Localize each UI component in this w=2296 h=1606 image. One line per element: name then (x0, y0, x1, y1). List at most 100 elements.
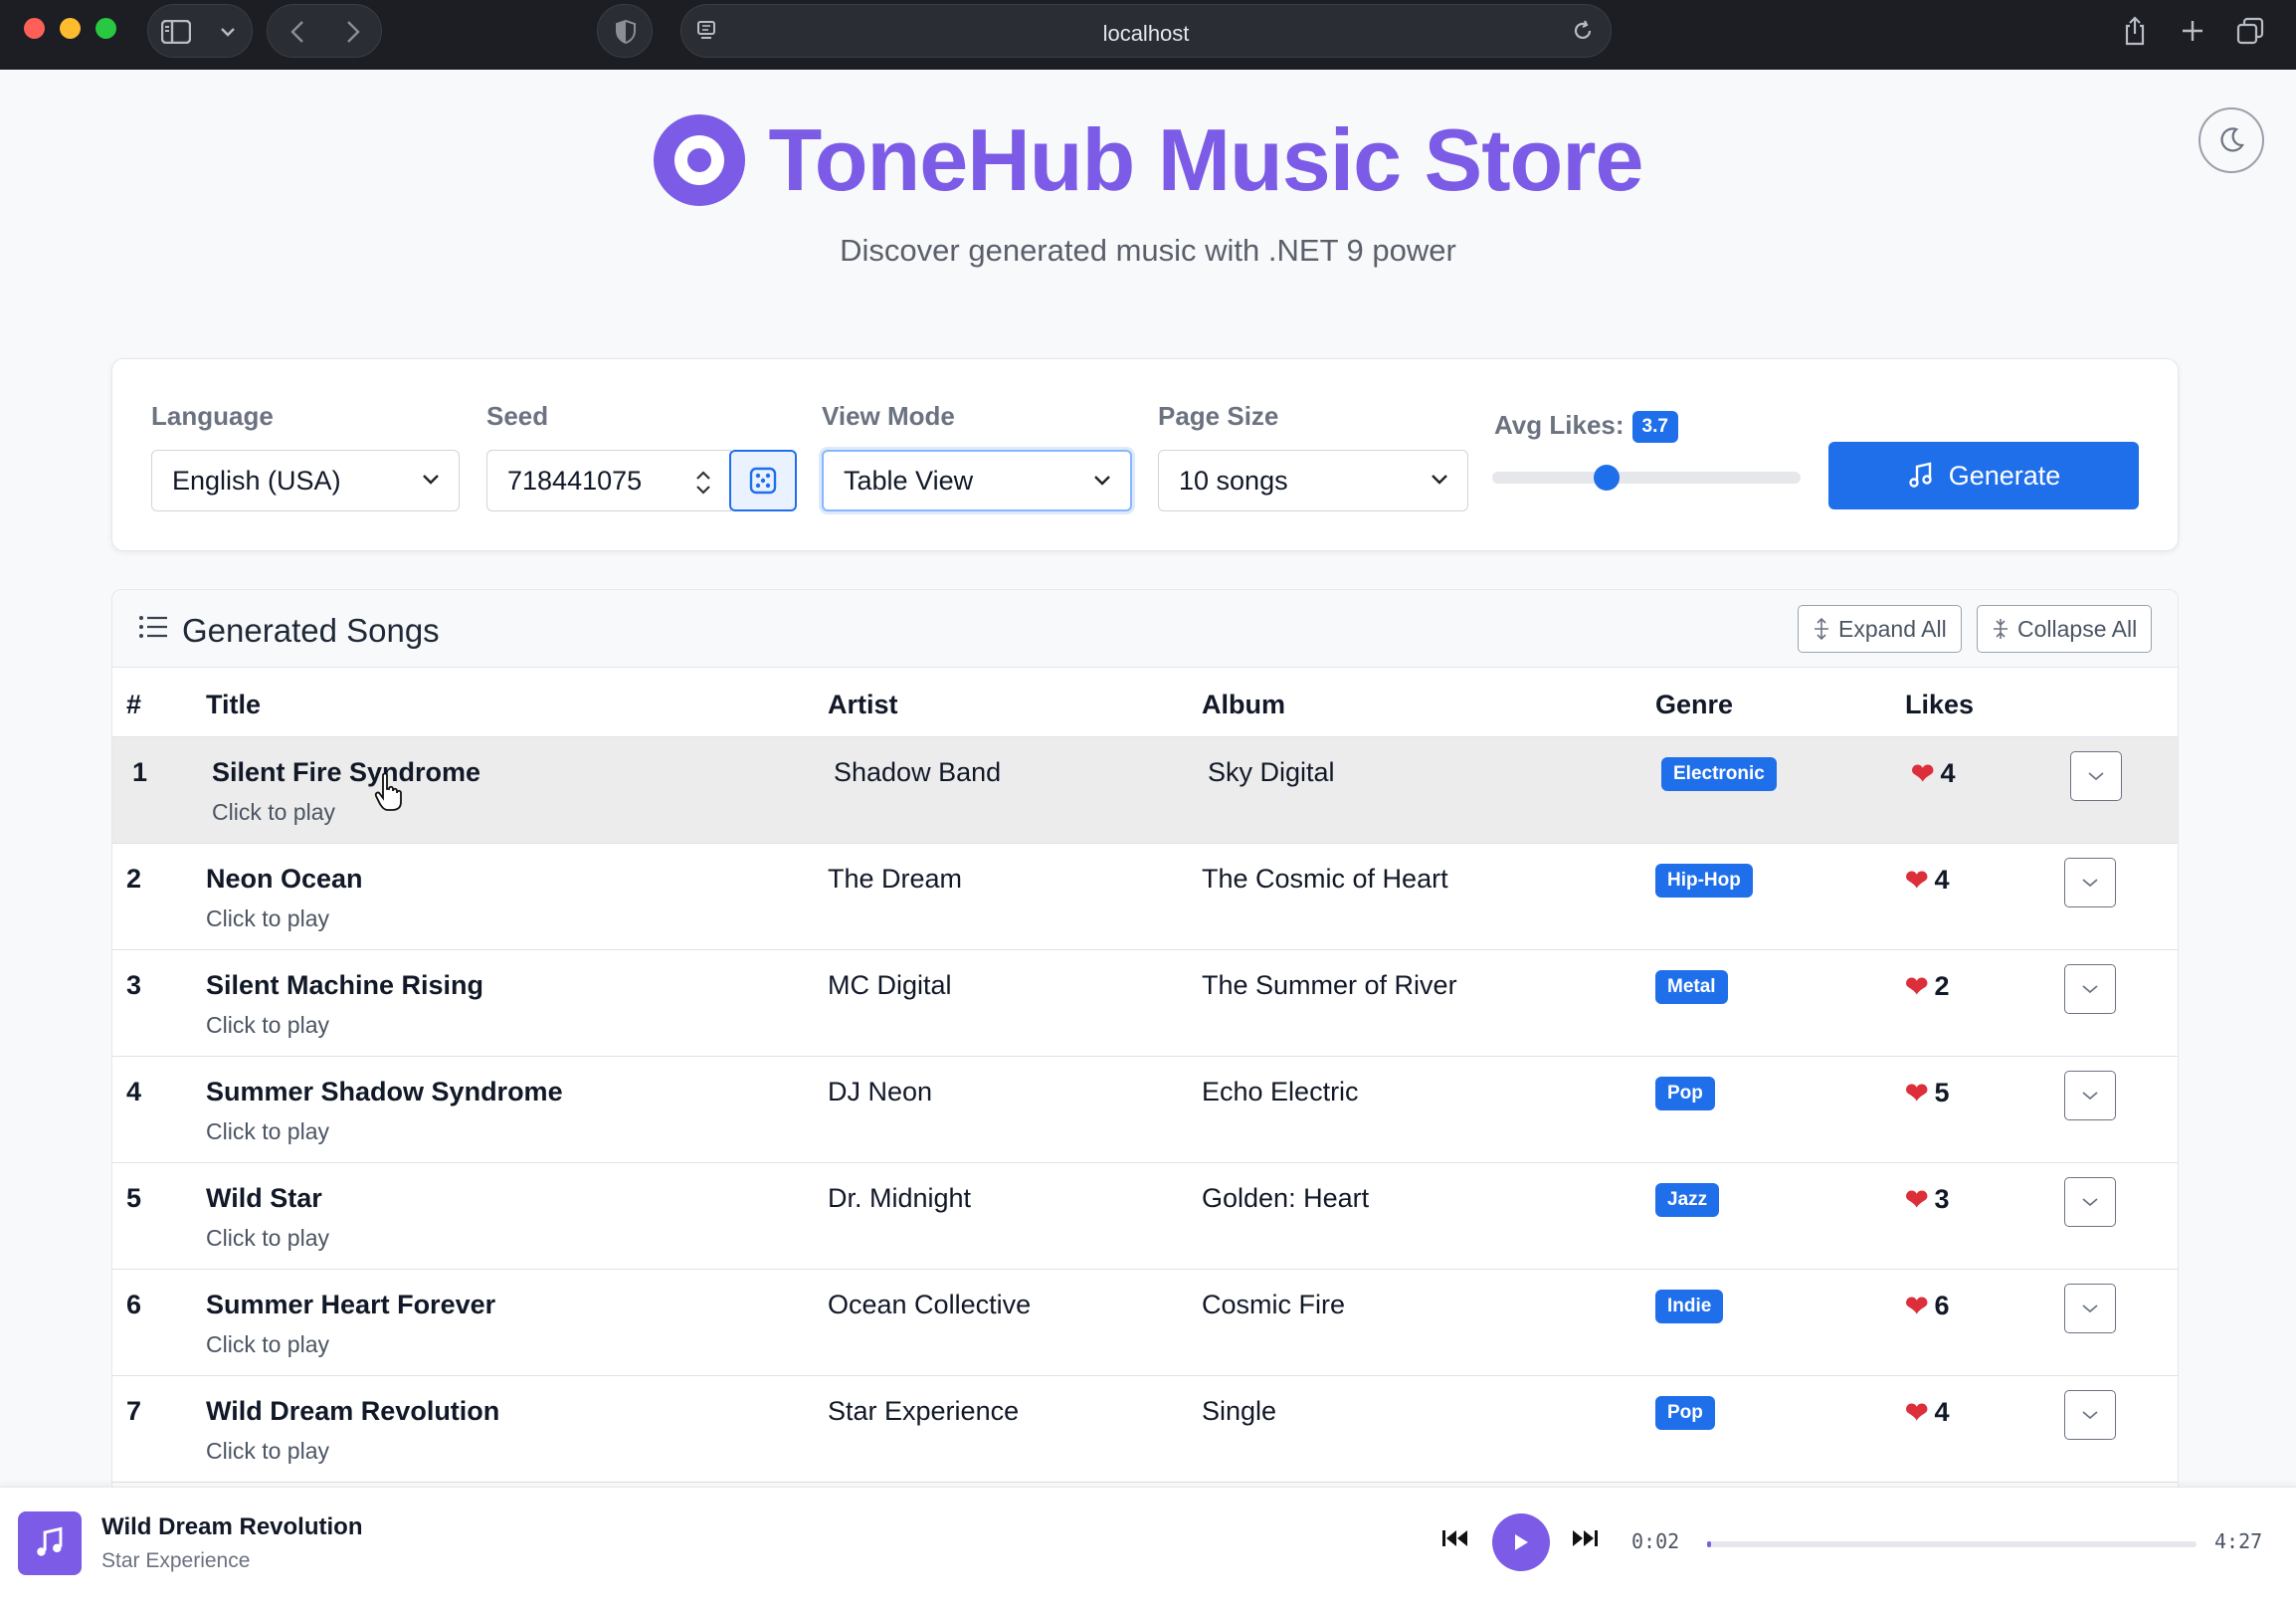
table-row[interactable]: 7 Wild Dream Revolution Click to play St… (112, 1376, 2178, 1483)
expand-row-button[interactable] (2064, 1177, 2116, 1227)
chevron-down-icon (2082, 985, 2098, 994)
close-window-button[interactable] (24, 18, 45, 39)
avg-likes-slider[interactable] (1492, 465, 1801, 491)
songs-card-header: Generated Songs Expand All Collapse All (112, 590, 2178, 668)
likes-count: ❤ 4 (1905, 1397, 1950, 1428)
song-title[interactable]: Silent Fire Syndrome (212, 757, 480, 788)
expand-row-button[interactable] (2064, 1071, 2116, 1120)
view-mode-select[interactable]: Table View (822, 450, 1132, 511)
next-track-button[interactable] (1570, 1525, 1600, 1556)
song-artist: Star Experience (828, 1396, 1020, 1426)
disc-logo-icon (653, 114, 745, 206)
click-to-play-hint[interactable]: Click to play (206, 905, 329, 932)
column-header-album: Album (1202, 690, 1285, 719)
chevron-down-icon (2082, 879, 2098, 888)
row-number: 1 (132, 757, 148, 787)
genre-badge: Pop (1655, 1077, 1715, 1110)
row-number: 6 (126, 1290, 142, 1319)
click-to-play-hint[interactable]: Click to play (206, 1225, 329, 1252)
slider-thumb[interactable] (1593, 465, 1620, 491)
expand-row-button[interactable] (2064, 858, 2116, 907)
expand-all-button[interactable]: Expand All (1798, 605, 1962, 653)
chevron-down-icon (1432, 475, 1447, 485)
total-duration: 4:27 (2214, 1529, 2263, 1553)
previous-track-button[interactable] (1440, 1525, 1470, 1556)
click-to-play-hint[interactable]: Click to play (206, 1331, 329, 1358)
history-nav-group (267, 4, 382, 58)
song-title[interactable]: Wild Dream Revolution (206, 1396, 499, 1427)
sidebar-icon[interactable] (148, 5, 204, 59)
progress-bar[interactable] (1707, 1541, 2197, 1547)
song-title[interactable]: Summer Heart Forever (206, 1290, 495, 1320)
view-mode-value: Table View (844, 465, 974, 496)
play-button[interactable] (1492, 1513, 1550, 1571)
table-row[interactable]: 2 Neon Ocean Click to play The Dream The… (112, 844, 2178, 950)
music-note-icon (18, 1511, 82, 1575)
new-tab-icon[interactable] (2171, 4, 2214, 58)
forward-icon[interactable] (325, 5, 381, 59)
likes-count: ❤ 2 (1905, 971, 1950, 1002)
click-to-play-hint[interactable]: Click to play (212, 799, 335, 826)
expand-row-button[interactable] (2064, 1390, 2116, 1440)
back-icon[interactable] (270, 5, 325, 59)
song-album: Echo Electric (1202, 1077, 1359, 1106)
chevron-down-icon (2082, 1092, 2098, 1101)
tab-overview-icon[interactable] (2228, 4, 2272, 58)
page-size-value: 10 songs (1179, 465, 1288, 496)
song-artist: Shadow Band (834, 757, 1002, 787)
songs-card: Generated Songs Expand All Collapse All … (111, 589, 2179, 1606)
collapse-all-button[interactable]: Collapse All (1977, 605, 2153, 653)
table-row[interactable]: 3 Silent Machine Rising Click to play MC… (112, 950, 2178, 1057)
expand-row-button[interactable] (2064, 964, 2116, 1014)
chevron-down-icon (2088, 772, 2104, 781)
music-note-icon (1909, 462, 1932, 488)
row-number: 4 (126, 1077, 142, 1106)
minimize-window-button[interactable] (60, 18, 81, 39)
page: ToneHub Music Store Discover generated m… (0, 70, 2296, 1606)
chevron-down-icon (1094, 476, 1110, 486)
reload-icon[interactable] (1571, 19, 1595, 48)
row-number: 3 (126, 970, 142, 1000)
heart-icon: ❤ (1905, 1078, 1929, 1108)
genre-badge: Hip-Hop (1655, 864, 1753, 898)
skip-back-icon (1442, 1530, 1467, 1546)
seed-label: Seed (486, 401, 549, 431)
seed-input[interactable]: 718441075 (486, 450, 731, 511)
column-header-genre: Genre (1655, 690, 1734, 719)
progress-fill (1707, 1541, 1711, 1547)
now-playing-artist: Star Experience (101, 1549, 251, 1572)
page-subtitle: Discover generated music with .NET 9 pow… (840, 233, 1456, 268)
expand-row-button[interactable] (2064, 1284, 2116, 1333)
view-mode-label: View Mode (822, 401, 955, 431)
table-row[interactable]: 1 Silent Fire Syndrome Click to play Sha… (112, 737, 2178, 844)
genre-badge: Jazz (1655, 1183, 1720, 1217)
song-album: Cosmic Fire (1202, 1290, 1346, 1319)
likes-count: ❤ 5 (1905, 1078, 1950, 1108)
click-to-play-hint[interactable]: Click to play (206, 1438, 329, 1465)
song-title[interactable]: Neon Ocean (206, 864, 363, 895)
shield-icon[interactable] (598, 5, 654, 59)
heart-icon: ❤ (1905, 865, 1929, 896)
generate-button[interactable]: Generate (1828, 442, 2139, 509)
language-select[interactable]: English (USA) (151, 450, 460, 511)
row-number: 7 (126, 1396, 142, 1426)
row-number: 2 (126, 864, 142, 894)
table-row[interactable]: 5 Wild Star Click to play Dr. Midnight G… (112, 1163, 2178, 1270)
random-seed-button[interactable] (729, 450, 797, 511)
likes-count: ❤ 3 (1905, 1184, 1950, 1215)
chevron-down-icon[interactable] (200, 5, 256, 59)
song-title[interactable]: Silent Machine Rising (206, 970, 483, 1001)
table-row[interactable]: 6 Summer Heart Forever Click to play Oce… (112, 1270, 2178, 1376)
table-row[interactable]: 4 Summer Shadow Syndrome Click to play D… (112, 1057, 2178, 1163)
click-to-play-hint[interactable]: Click to play (206, 1012, 329, 1039)
share-icon[interactable] (2113, 4, 2157, 58)
zoom-window-button[interactable] (96, 18, 116, 39)
song-album: The Summer of River (1202, 970, 1457, 1000)
expand-row-button[interactable] (2070, 751, 2122, 801)
stepper-arrows-icon[interactable] (694, 469, 712, 497)
song-title[interactable]: Summer Shadow Syndrome (206, 1077, 563, 1107)
address-bar[interactable]: localhost (680, 4, 1612, 58)
page-size-select[interactable]: 10 songs (1158, 450, 1468, 511)
click-to-play-hint[interactable]: Click to play (206, 1118, 329, 1145)
song-title[interactable]: Wild Star (206, 1183, 322, 1214)
